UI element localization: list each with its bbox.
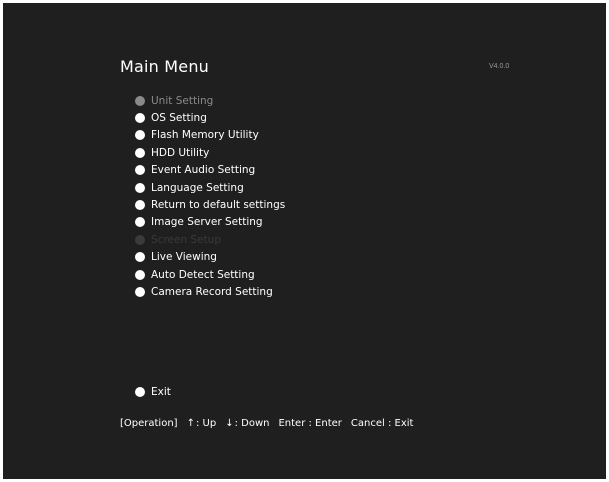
menu-item-flash-memory-utility[interactable]: Flash Memory Utility [135, 127, 285, 144]
menu-panel [3, 3, 606, 479]
bullet-icon [135, 252, 145, 263]
menu-item-hdd-utility[interactable]: HDD Utility [135, 144, 285, 161]
bullet-icon [135, 182, 145, 193]
menu-item-label: Language Setting [151, 181, 244, 194]
menu-item-label: Flash Memory Utility [151, 129, 259, 142]
menu-item-label: Screen Setup [151, 233, 221, 246]
version-label: V4.0.0 [489, 63, 510, 70]
menu-item-live-viewing[interactable]: Live Viewing [135, 249, 285, 266]
up-arrow-icon: ↑ [186, 418, 195, 429]
menu-item-return-to-default[interactable]: Return to default settings [135, 196, 285, 213]
bullet-icon [135, 147, 145, 158]
bullet-icon [135, 217, 145, 228]
bullet-icon [135, 387, 145, 397]
menu-item-auto-detect-setting[interactable]: Auto Detect Setting [135, 266, 285, 283]
bullet-icon [135, 200, 145, 211]
menu-item-screen-setup: Screen Setup [135, 231, 285, 248]
menu-item-label: Return to default settings [151, 199, 286, 212]
menu-item-unit-setting[interactable]: Unit Setting [135, 92, 285, 109]
up-hint: : Up [195, 418, 217, 429]
menu-item-os-setting[interactable]: OS Setting [135, 109, 285, 126]
screen: Main Menu V4.0.0 Unit Setting OS Setting… [0, 0, 609, 482]
enter-hint: Enter : Enter [278, 418, 342, 429]
menu-item-label: Camera Record Setting [151, 285, 273, 298]
exit-button[interactable]: Exit [135, 386, 171, 398]
menu-item-label: Event Audio Setting [151, 164, 256, 177]
bullet-icon [135, 234, 145, 245]
menu-item-event-audio-setting[interactable]: Event Audio Setting [135, 162, 285, 179]
main-menu-list: Unit Setting OS Setting Flash Memory Uti… [135, 92, 285, 301]
operation-label: [Operation] [120, 418, 178, 429]
menu-item-label: HDD Utility [151, 146, 210, 159]
bullet-icon [135, 130, 145, 141]
menu-item-camera-record-setting[interactable]: Camera Record Setting [135, 283, 285, 300]
menu-item-label: Auto Detect Setting [151, 268, 255, 281]
bullet-icon [135, 286, 145, 297]
bullet-icon [135, 95, 145, 106]
operation-hint-bar: [Operation] ↑ : Up ↓ : Down Enter : Ente… [120, 418, 422, 430]
menu-item-label: Live Viewing [151, 251, 217, 264]
bullet-icon [135, 113, 145, 124]
bullet-icon [135, 269, 145, 280]
menu-item-language-setting[interactable]: Language Setting [135, 179, 285, 196]
menu-item-label: OS Setting [151, 112, 207, 125]
down-arrow-icon: ↓ [225, 418, 234, 429]
menu-item-image-server-setting[interactable]: Image Server Setting [135, 214, 285, 231]
menu-item-label: Unit Setting [151, 94, 214, 107]
exit-label: Exit [151, 386, 171, 398]
cancel-hint: Cancel : Exit [350, 418, 414, 429]
down-hint: : Down [234, 418, 270, 429]
bullet-icon [135, 165, 145, 176]
page-title: Main Menu [120, 57, 210, 76]
menu-item-label: Image Server Setting [151, 216, 263, 229]
